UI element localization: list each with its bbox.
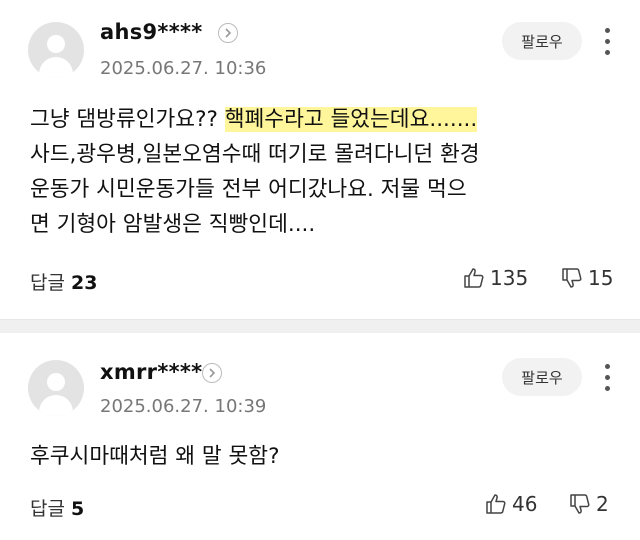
thumbs-up-icon <box>486 494 506 514</box>
comment-username[interactable]: ahs9**** <box>100 20 203 44</box>
comment-divider <box>0 319 640 333</box>
thumbs-down-icon <box>562 268 582 288</box>
reply-label: 답글 <box>30 272 65 294</box>
comment-text: 후쿠시마때처럼 왜 말 못함? <box>30 439 615 474</box>
comment-text: 그냥 댐방류인가요?? 핵폐수라고 들었는데요....... 사드,광우병,일본… <box>30 102 615 242</box>
avatar-placeholder-icon[interactable] <box>28 360 84 416</box>
reply-label: 답글 <box>30 498 65 520</box>
comment-line: 그냥 댐방류인가요?? 핵폐수라고 들었는데요....... <box>30 107 478 132</box>
reply-count: 5 <box>70 498 85 520</box>
comment-line: 운동가 시민운동가들 전부 어디갔나요. 저물 먹으 <box>30 177 467 202</box>
comment-item: xmrr**** 2025.06.27. 10:39 팔로우 후쿠시마때처럼 왜… <box>0 332 640 540</box>
like-count: 46 <box>512 492 538 516</box>
dislike-button[interactable]: 2 <box>568 492 609 516</box>
like-button[interactable]: 46 <box>484 492 537 516</box>
comment-line: 후쿠시마때처럼 왜 말 못함? <box>30 444 280 469</box>
thumbs-up-icon <box>464 268 484 288</box>
dislike-button[interactable]: 15 <box>560 266 613 290</box>
more-vertical-icon[interactable] <box>603 26 613 58</box>
thumbs-down-icon <box>570 494 590 514</box>
reply-count: 23 <box>70 272 98 294</box>
reply-button[interactable]: 답글 5 <box>30 494 84 521</box>
avatar-placeholder-icon[interactable] <box>28 22 84 78</box>
comment-line: 면 기형아 암발생은 직빵인데.... <box>30 212 316 237</box>
like-count: 135 <box>490 266 529 290</box>
dislike-count: 2 <box>596 492 609 516</box>
reply-button[interactable]: 답글 23 <box>30 268 97 295</box>
like-button[interactable]: 135 <box>462 266 528 290</box>
dislike-count: 15 <box>588 266 614 290</box>
chevron-right-icon[interactable] <box>202 363 222 383</box>
comment-username[interactable]: xmrr**** <box>100 360 202 384</box>
comment-item: ahs9**** 2025.06.27. 10:36 팔로우 그냥 댐방류인가요… <box>0 0 640 320</box>
comment-line: 사드,광우병,일본오염수때 떠기로 몰려다니던 환경 <box>30 142 480 167</box>
chevron-right-icon[interactable] <box>218 23 238 43</box>
follow-button[interactable]: 팔로우 <box>502 358 582 396</box>
comment-date: 2025.06.27. 10:39 <box>100 396 267 417</box>
highlighted-text: 핵폐수라고 들었는데요....... <box>224 107 478 132</box>
more-vertical-icon[interactable] <box>603 362 613 394</box>
follow-button[interactable]: 팔로우 <box>502 22 582 60</box>
comment-date: 2025.06.27. 10:36 <box>100 58 267 79</box>
